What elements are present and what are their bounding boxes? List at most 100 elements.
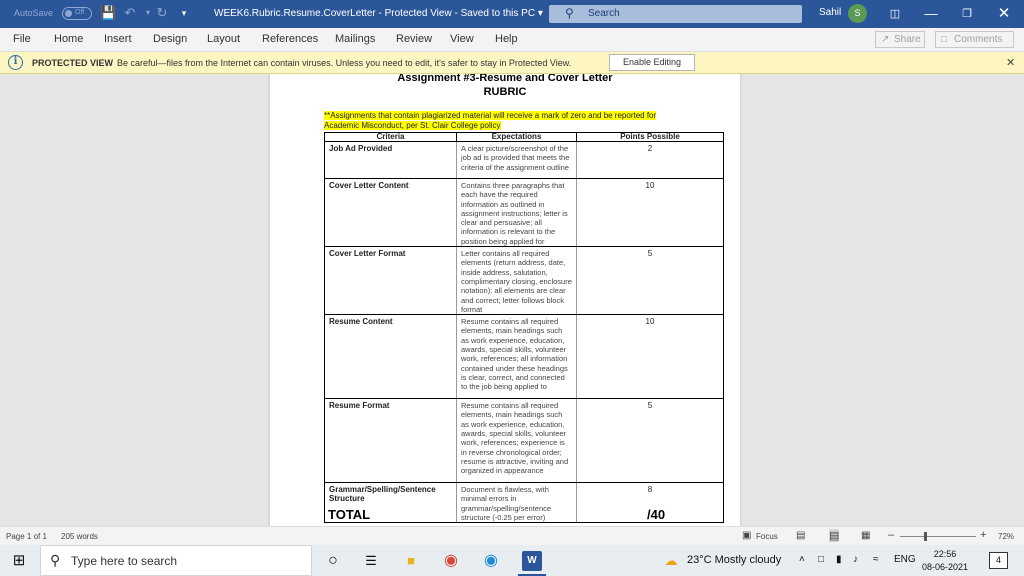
column-header: Criteria [324, 132, 457, 142]
clock-time: 22:56 [933, 549, 957, 559]
menu-references[interactable]: References [262, 33, 318, 45]
plagiarism-warning: **Assignments that contain plagiarized m… [324, 111, 684, 131]
chrome-icon[interactable]: ◉ [441, 551, 461, 571]
ribbon-display-icon[interactable]: ◫ [877, 0, 913, 28]
battery-icon[interactable]: ▮ [836, 554, 842, 565]
search-icon: ⚲ [565, 6, 574, 20]
enable-editing-button[interactable]: Enable Editing [609, 54, 695, 71]
customize-toolbar-icon[interactable]: ▾ [176, 5, 192, 21]
document-title[interactable]: WEEK6.Rubric.Resume.CoverLetter - Protec… [214, 8, 543, 19]
share-label: Share [894, 34, 921, 45]
read-mode-icon[interactable]: ▤ [796, 530, 805, 541]
web-layout-icon[interactable]: ▦ [861, 530, 870, 541]
column-header: Expectations [456, 132, 577, 142]
taskbar-search[interactable]: ⚲ Type here to search [40, 545, 312, 576]
search-icon: ⚲ [50, 552, 61, 568]
comment-icon: □ [941, 34, 948, 45]
close-icon[interactable]: ✕ [986, 0, 1022, 28]
menu-view[interactable]: View [450, 33, 474, 45]
menu-review[interactable]: Review [396, 33, 432, 45]
document-subheading: RUBRIC [483, 86, 527, 98]
menu-design[interactable]: Design [153, 33, 187, 45]
document-area[interactable]: Assignment #3-Resume and Cover Letter RU… [0, 74, 1024, 526]
comments-label: Comments [954, 34, 1003, 45]
file-explorer-icon[interactable]: ■ [401, 551, 421, 571]
points-cell: 2 [576, 141, 724, 179]
wifi-icon[interactable]: ≈ [873, 554, 879, 565]
clock[interactable]: 22:56 08-06-2021 [920, 548, 970, 574]
menu-file[interactable]: File [13, 33, 31, 45]
weather-text[interactable]: 23°C Mostly cloudy [687, 554, 781, 566]
status-bar: Page 1 of 1 205 words ▣ Focus ▤ ▤ ▦ – + … [0, 526, 1024, 545]
meet-now-icon[interactable]: □ [818, 554, 824, 565]
word-count[interactable]: 205 words [61, 532, 98, 541]
cortana-icon[interactable]: ○ [323, 551, 343, 571]
share-icon: ↗ [881, 34, 890, 45]
document-heading: Assignment #3-Resume and Cover Letter [397, 74, 613, 84]
warning-text: **Assignments that contain plagiarized m… [324, 111, 657, 130]
save-icon[interactable]: 💾 [100, 5, 116, 21]
notification-icon[interactable]: 4 [989, 552, 1008, 569]
share-button[interactable]: ↗ Share [875, 31, 925, 48]
zoom-slider-thumb[interactable] [924, 532, 927, 541]
redo-icon[interactable]: ↻ [154, 5, 170, 21]
criteria-cell: Resume Format [324, 398, 457, 484]
volume-icon[interactable]: ♪ [853, 554, 858, 565]
edge-icon[interactable]: ◉ [481, 551, 501, 571]
word-icon[interactable]: W [522, 551, 542, 571]
minimize-icon[interactable]: — [913, 0, 949, 28]
zoom-in-icon[interactable]: + [980, 529, 986, 541]
expectations-cell: Contains three paragraphs that each have… [456, 177, 577, 248]
expectations-cell: Document is flawless, with minimal error… [456, 482, 577, 524]
zoom-level[interactable]: 72% [998, 532, 1014, 541]
search-placeholder: Search [588, 8, 620, 19]
expectations-cell: A clear picture/screenshot of the job ad… [456, 141, 577, 179]
menu-home[interactable]: Home [54, 33, 83, 45]
table-row: Cover Letter Format Letter contains all … [324, 246, 724, 316]
expectations-cell: Resume contains all required elements, m… [456, 314, 577, 400]
table-row: Cover Letter Content Contains three para… [324, 177, 724, 248]
undo-icon[interactable]: ↶ [122, 5, 138, 21]
clock-date: 08-06-2021 [921, 562, 969, 572]
points-cell: 5 [576, 398, 724, 484]
expectations-cell: Letter contains all required elements (r… [456, 246, 577, 316]
comments-button[interactable]: □ Comments [935, 31, 1014, 48]
protected-view-title: PROTECTED VIEW [32, 58, 114, 68]
windows-start-icon[interactable]: ⊞ [9, 551, 29, 571]
rubric-table: Criteria Expectations Points Possible Jo… [324, 132, 724, 524]
user-name[interactable]: Sahil [819, 7, 841, 18]
menu-layout[interactable]: Layout [207, 33, 240, 45]
zoom-out-icon[interactable]: – [888, 529, 894, 541]
criteria-cell: Job Ad Provided [324, 141, 457, 179]
autosave-toggle[interactable]: Off [62, 7, 92, 20]
points-cell: 10 [576, 177, 724, 248]
document-page[interactable]: Assignment #3-Resume and Cover Letter RU… [270, 74, 740, 526]
close-icon[interactable]: ✕ [1006, 56, 1015, 69]
zoom-slider[interactable] [900, 536, 976, 537]
task-view-icon[interactable]: ☰ [361, 551, 381, 571]
points-cell: 10 [576, 314, 724, 400]
weather-icon: ☁ [664, 553, 678, 568]
focus-icon[interactable]: ▣ [742, 530, 751, 541]
focus-label[interactable]: Focus [756, 532, 778, 541]
menu-insert[interactable]: Insert [104, 33, 132, 45]
search-box[interactable]: ⚲ Search [549, 5, 802, 23]
avatar[interactable]: S [848, 4, 867, 23]
menu-help[interactable]: Help [495, 33, 518, 45]
taskbar-search-placeholder: Type here to search [71, 554, 178, 568]
print-layout-icon[interactable]: ▤ [829, 529, 840, 542]
protected-view-message: Be careful—files from the Internet can c… [117, 58, 572, 68]
table-row: Resume Format Resume contains all requir… [324, 398, 724, 484]
page-count[interactable]: Page 1 of 1 [6, 532, 47, 541]
table-header-row: Criteria Expectations Points Possible [324, 132, 724, 142]
criteria-cell: Cover Letter Format [324, 246, 457, 316]
language-indicator[interactable]: ENG [894, 554, 916, 565]
points-cell: 5 [576, 246, 724, 316]
chevron-up-icon[interactable]: ˄ [799, 554, 805, 565]
criteria-cell: Resume Content [324, 314, 457, 400]
info-icon: i [8, 55, 23, 70]
restore-icon[interactable]: ❐ [949, 0, 985, 28]
column-header: Points Possible [576, 132, 724, 142]
menu-mailings[interactable]: Mailings [335, 33, 375, 45]
menu-bar: File Home Insert Design Layout Reference… [0, 28, 1024, 52]
